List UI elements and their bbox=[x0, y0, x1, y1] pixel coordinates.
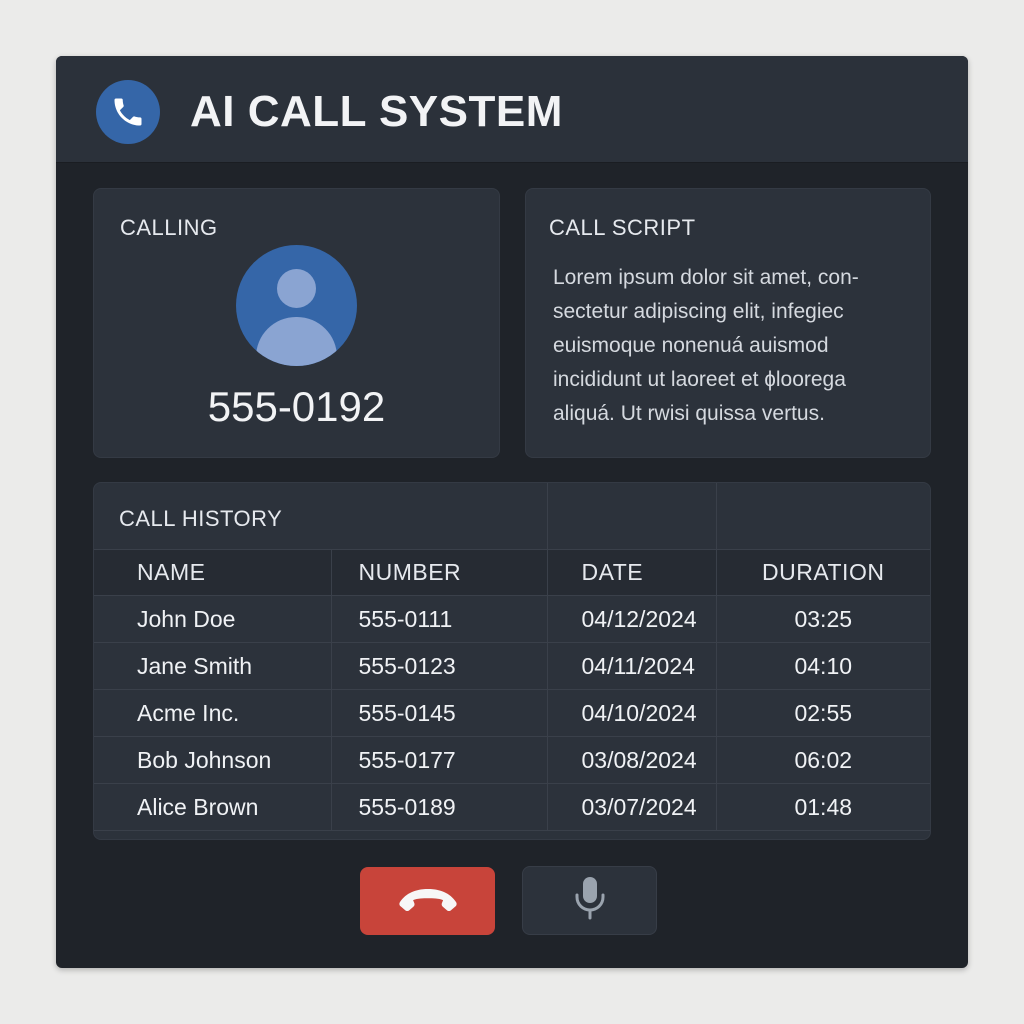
hang-up-button[interactable] bbox=[360, 867, 495, 935]
table-header-row: NAME NUMBER DATE DURATION bbox=[94, 549, 930, 596]
call-history-table: NAME NUMBER DATE DURATION John Doe 555-0… bbox=[94, 549, 930, 831]
hang-up-icon bbox=[396, 884, 460, 919]
microphone-icon bbox=[572, 875, 608, 926]
cell-date: 03/07/2024 bbox=[547, 783, 717, 831]
column-header-number[interactable]: NUMBER bbox=[331, 549, 548, 596]
cell-number: 555-0189 bbox=[331, 783, 548, 831]
app-header: AI CALL SYSTEM bbox=[56, 56, 968, 163]
table-row[interactable]: Alice Brown 555-0189 03/07/2024 01:48 bbox=[94, 783, 930, 831]
cell-name: John Doe bbox=[94, 595, 332, 643]
call-history-panel: CALL HISTORY NAME NUMBER DATE DURATION J… bbox=[93, 482, 931, 840]
call-script-title: CALL SCRIPT bbox=[549, 215, 696, 240]
table-row[interactable]: Bob Johnson 555-0177 03/08/2024 06:02 bbox=[94, 736, 930, 784]
cell-number: 555-0145 bbox=[331, 689, 548, 737]
calling-number: 555-0192 bbox=[207, 383, 386, 430]
cell-date: 03/08/2024 bbox=[547, 736, 717, 784]
user-avatar-icon bbox=[236, 245, 357, 366]
table-row[interactable]: Jane Smith 555-0123 04/11/2024 04:10 bbox=[94, 642, 930, 690]
column-header-date[interactable]: DATE bbox=[547, 549, 717, 596]
cell-date: 04/12/2024 bbox=[547, 595, 717, 643]
cell-duration: 01:48 bbox=[716, 783, 930, 831]
cell-number: 555-0123 bbox=[331, 642, 548, 690]
cell-duration: 04:10 bbox=[716, 642, 930, 690]
cell-name: Acme Inc. bbox=[94, 689, 332, 737]
call-history-title: CALL HISTORY bbox=[119, 506, 283, 531]
cell-duration: 03:25 bbox=[716, 595, 930, 643]
header-divider bbox=[547, 483, 548, 549]
column-header-duration[interactable]: DURATION bbox=[716, 549, 930, 596]
calling-title: CALLING bbox=[120, 215, 218, 240]
cell-number: 555-0177 bbox=[331, 736, 548, 784]
calling-panel: CALLING 555-0192 bbox=[93, 188, 500, 458]
table-row[interactable]: Acme Inc. 555-0145 04/10/2024 02:55 bbox=[94, 689, 930, 737]
cell-date: 04/10/2024 bbox=[547, 689, 717, 737]
cell-name: Bob Johnson bbox=[94, 736, 332, 784]
cell-duration: 06:02 bbox=[716, 736, 930, 784]
header-divider bbox=[716, 483, 717, 549]
cell-date: 04/11/2024 bbox=[547, 642, 717, 690]
cell-name: Jane Smith bbox=[94, 642, 332, 690]
phone-icon bbox=[96, 80, 160, 144]
app-window: AI CALL SYSTEM CALLING 555-0192 CALL SCR… bbox=[56, 56, 968, 968]
cell-duration: 02:55 bbox=[716, 689, 930, 737]
call-script-text: Lorem ipsum dolor sit amet, con-sectetur… bbox=[553, 266, 859, 425]
cell-name: Alice Brown bbox=[94, 783, 332, 831]
column-header-name[interactable]: NAME bbox=[94, 549, 332, 596]
call-script-panel: CALL SCRIPT Lorem ipsum dolor sit amet, … bbox=[525, 188, 931, 458]
cell-number: 555-0111 bbox=[331, 595, 548, 643]
app-title: AI CALL SYSTEM bbox=[190, 87, 563, 136]
mute-button[interactable] bbox=[522, 866, 657, 935]
table-row[interactable]: John Doe 555-0111 04/12/2024 03:25 bbox=[94, 595, 930, 643]
